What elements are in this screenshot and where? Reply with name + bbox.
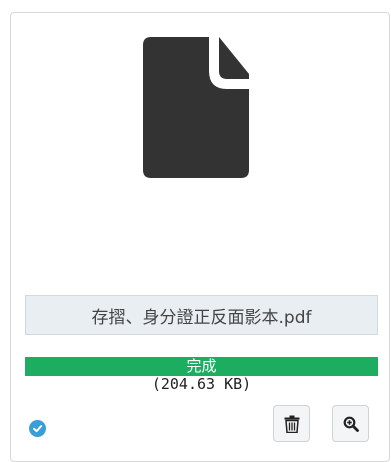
upload-progress-fill: 完成: [25, 357, 378, 376]
zoom-button[interactable]: [332, 405, 369, 442]
file-size: (204.63 KB): [151, 375, 252, 393]
file-preview-card: 存摺、身分證正反面影本.pdf 完成 (204.63 KB): [10, 12, 390, 462]
file-name: 存摺、身分證正反面影本.pdf: [25, 295, 378, 335]
file-icon: [143, 37, 249, 178]
zoom-in-icon: [343, 416, 359, 432]
trash-icon: [284, 415, 299, 433]
upload-progress-bar: 完成: [25, 357, 378, 376]
delete-button[interactable]: [273, 405, 310, 442]
upload-status-label: 完成: [186, 357, 217, 375]
check-circle-icon: [29, 420, 46, 437]
